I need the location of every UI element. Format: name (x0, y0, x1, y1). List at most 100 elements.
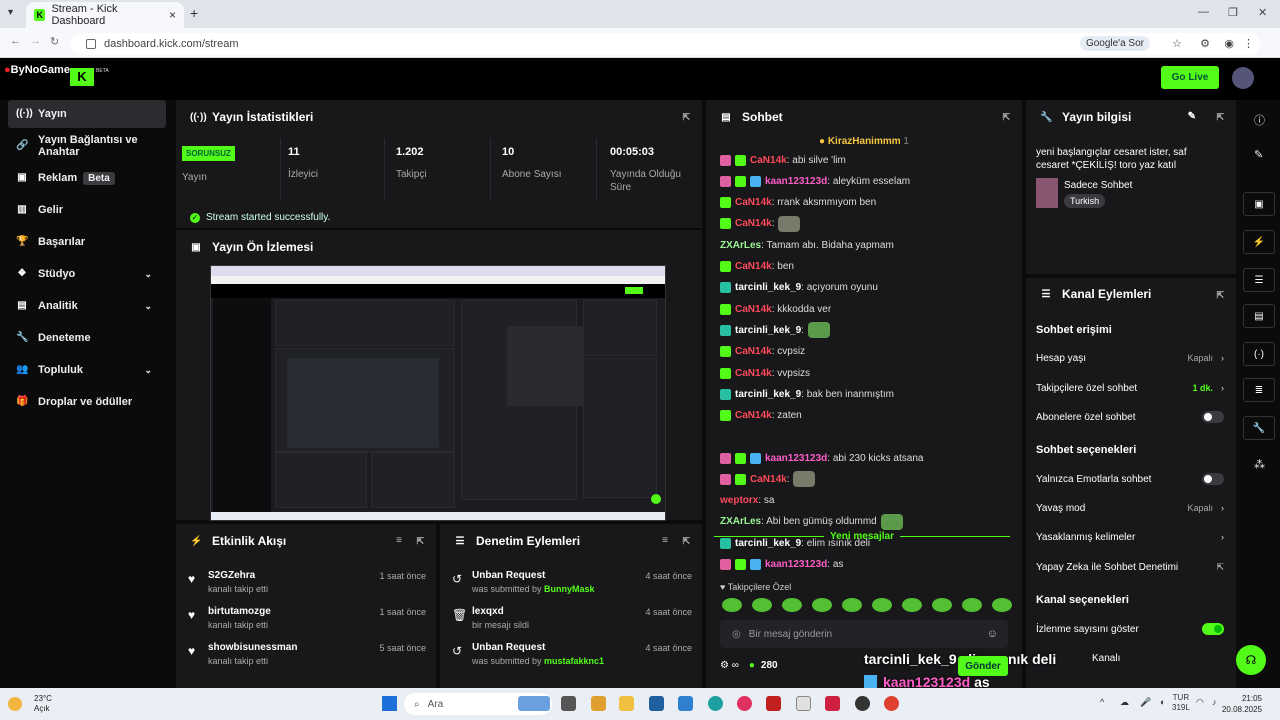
chat-message[interactable]: CaN14k: (720, 469, 816, 489)
chat-message[interactable]: kaan123123d: abi 230 kicks atsana (720, 448, 923, 468)
sidebar-item-2[interactable]: ▣ Reklam Beta (8, 164, 166, 192)
browser-tab[interactable]: K Stream - Kick Dashboard × (26, 2, 184, 28)
reload-icon[interactable]: ↻ (50, 35, 59, 48)
wifi-icon[interactable]: ◠ (1196, 697, 1204, 708)
chat-username[interactable]: tarcinli_kek_9 (735, 538, 801, 549)
chat-username[interactable]: CaN14k (750, 155, 787, 166)
tray-app-icon[interactable]: ☁ (1120, 697, 1129, 708)
google-ask-button[interactable]: Google'a Sor (1079, 36, 1150, 51)
chat-username[interactable]: CaN14k (735, 346, 772, 357)
chat-username[interactable]: ZXArLes (720, 516, 761, 527)
mic-icon[interactable]: 🎤 (1140, 697, 1151, 708)
close-tab-icon[interactable]: × (169, 8, 176, 22)
info-icon[interactable]: ⓘ (1254, 112, 1265, 128)
chat-username[interactable]: tarcinli_kek_9 (735, 389, 801, 400)
list-item[interactable]: ♥ S2GZehra kanalı takip etti 1 saat önce (176, 566, 436, 602)
maximize-icon[interactable]: ❐ (1228, 6, 1238, 19)
outlook-icon[interactable] (678, 696, 693, 711)
site-info-icon[interactable] (86, 39, 96, 49)
sidebar-item-8[interactable]: 👥 Topluluk ⌄ (8, 356, 166, 384)
back-icon[interactable]: ← (10, 35, 21, 47)
emote-only-toggle[interactable] (1202, 473, 1224, 485)
popout-icon[interactable]: ⇱ (1002, 112, 1010, 123)
rail-chat-button[interactable]: ▤ (1243, 304, 1275, 328)
show-viewers-toggle[interactable] (1202, 623, 1224, 635)
folder-icon[interactable] (619, 696, 634, 711)
store-icon[interactable] (649, 696, 664, 711)
stream-preview[interactable] (210, 265, 666, 521)
list-item[interactable]: ♥ showbisunessman kanalı takip etti 5 saat … (176, 638, 436, 674)
new-tab-icon[interactable]: + (190, 5, 198, 21)
channel-row[interactable]: Kanalı (1036, 648, 1224, 668)
popout-icon[interactable]: ⇱ (1216, 290, 1224, 301)
sidebar-item-7[interactable]: 🔧 Deneteme (8, 324, 166, 352)
chevron-down-icon[interactable]: ⌄ (144, 365, 152, 376)
filter-icon[interactable]: ≡ (396, 535, 402, 546)
obs-icon[interactable] (855, 696, 870, 711)
rail-stats-button[interactable]: (·) (1243, 342, 1275, 366)
chat-username[interactable]: tarcinli_kek_9 (735, 282, 801, 293)
emoji-icon[interactable]: ☺ (987, 628, 998, 640)
kick-logo[interactable]: K (70, 68, 94, 86)
chat-message[interactable]: CaN14k: cvpsiz (720, 342, 805, 362)
avatar[interactable] (1232, 67, 1254, 89)
tab-list-icon[interactable]: ▾ (8, 7, 13, 18)
menu-icon[interactable]: ⋮ (1243, 37, 1254, 50)
profile-icon[interactable]: ◉ (1224, 37, 1234, 50)
volume-icon[interactable]: ♪ (1212, 697, 1217, 707)
list-item[interactable]: ♥ birtutamozge kanalı takip etti 1 saat önc… (176, 602, 436, 638)
chat-username[interactable]: CaN14k (735, 218, 772, 229)
chat-message[interactable]: ZXArLes: Tamam abı. Bidaha yapmam (720, 235, 894, 255)
subs-only-row[interactable]: Abonelere özel sohbet (1036, 407, 1224, 427)
sidebar-item-3[interactable]: ▥ Gelir (8, 196, 166, 224)
window-close-icon[interactable]: ✕ (1258, 6, 1267, 19)
chevron-down-icon[interactable]: ⌄ (144, 269, 152, 280)
show-viewers-row[interactable]: İzlenme sayısını göster (1036, 619, 1224, 639)
opera-icon[interactable] (737, 696, 752, 711)
banned-words-row[interactable]: Yasaklanmış kelimeler › (1036, 527, 1224, 547)
chat-username[interactable]: CaN14k (735, 261, 772, 272)
chat-username[interactable]: ZXArLes (720, 240, 761, 251)
chrome-icon[interactable] (884, 696, 899, 711)
edit-icon[interactable]: ✎ (1188, 111, 1196, 122)
chat-message[interactable]: tarcinli_kek_9: açıyorum oyunu (720, 278, 878, 298)
pencil-icon[interactable]: ✎ (1254, 148, 1263, 161)
chevron-down-icon[interactable]: ⌄ (144, 301, 152, 312)
minimize-icon[interactable]: — (1198, 6, 1209, 18)
popout-icon[interactable]: ⇱ (682, 536, 690, 547)
copilot-icon[interactable] (591, 696, 606, 711)
list-item[interactable]: ↺ Unban Request was submitted by BunnyMask… (440, 566, 702, 602)
sidebar-item-4[interactable]: 🏆 Başarılar (8, 228, 166, 256)
url-field[interactable]: dashboard.kick.com/stream Google'a Sor ☆… (70, 33, 1260, 55)
pinned-gift[interactable]: ● KirazHanimmm 1 (706, 136, 1022, 147)
chat-message[interactable]: CaN14k: (720, 214, 801, 234)
chat-username[interactable]: tarcinli_kek_9 (735, 325, 801, 336)
chat-message[interactable]: CaN14k: vvpsizs (720, 363, 810, 383)
windows-start-icon[interactable] (382, 696, 397, 711)
rail-actions-button[interactable]: ≣ (1243, 378, 1275, 402)
subs-only-toggle[interactable] (1202, 411, 1224, 423)
chat-message[interactable]: tarcinli_kek_9: elim ısınık deli (720, 533, 870, 553)
sidebar-item-1[interactable]: 🔗 Yayın Bağlantısı ve Anahtar (8, 132, 166, 160)
chat-message[interactable]: CaN14k: ben (720, 257, 794, 277)
headset-icon[interactable]: ☊ (1236, 645, 1266, 675)
chat-message[interactable]: CaN14k: zaten (720, 406, 802, 426)
emote-bar[interactable] (722, 598, 1012, 612)
chat-message[interactable]: kaan123123d: aleyküm esselam (720, 171, 910, 191)
chat-username[interactable]: kaan123123d (765, 559, 827, 570)
extensions-icon[interactable]: ⚙ (1200, 37, 1210, 50)
settings-icon[interactable]: ⚙ ∞ (720, 660, 739, 671)
chat-message[interactable]: CaN14k: rrank aksmmıyom ben (720, 193, 876, 213)
weather-icon[interactable] (8, 697, 22, 711)
chat-message[interactable]: CaN14k: kkkodda ver (720, 299, 831, 319)
pocket-icon[interactable] (825, 696, 840, 711)
rail-activity-button[interactable]: ⚡ (1243, 230, 1275, 254)
popout-icon[interactable]: ⇱ (1216, 112, 1224, 123)
sidebar-item-6[interactable]: ▤ Analitik ⌄ (8, 292, 166, 320)
chat-username[interactable]: CaN14k (735, 410, 772, 421)
chat-username[interactable]: kaan123123d (765, 453, 827, 464)
chat-message[interactable]: ZXArLes: Abi ben gümüş oldummd (720, 512, 903, 532)
ai-moderation-row[interactable]: Yapay Zeka ile Sohbet Denetimi ⇱ (1036, 557, 1224, 577)
chat-message[interactable]: CaN14k: abi silve 'lim (720, 150, 846, 170)
rail-preview-button[interactable]: ▣ (1243, 192, 1275, 216)
